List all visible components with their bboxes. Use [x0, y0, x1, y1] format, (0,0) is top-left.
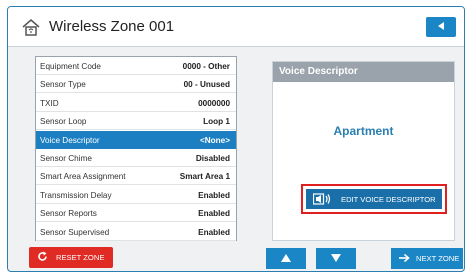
- setting-label: Sensor Reports: [40, 209, 97, 219]
- settings-row[interactable]: Transmission Delay Enabled: [36, 186, 236, 204]
- setting-label: Sensor Type: [40, 80, 86, 90]
- panel-title: Voice Descriptor: [273, 62, 454, 82]
- wireless-zone-icon: [20, 16, 42, 38]
- settings-row[interactable]: Sensor Chime Disabled: [36, 149, 236, 167]
- speaker-icon: [312, 193, 331, 205]
- settings-row[interactable]: Sensor Reports Enabled: [36, 204, 236, 223]
- setting-label: Sensor Loop: [40, 117, 87, 127]
- reset-zone-button[interactable]: RESET ZONE: [29, 247, 113, 268]
- setting-label: TXID: [40, 98, 59, 108]
- voice-descriptor-value: Apartment: [333, 124, 394, 138]
- setting-value: <None>: [199, 135, 230, 145]
- setting-label: Transmission Delay: [40, 190, 112, 200]
- header: Wireless Zone 001: [8, 7, 464, 47]
- setting-value: Enabled: [198, 227, 230, 237]
- up-arrow-icon: [280, 250, 292, 268]
- back-arrow-icon: [436, 18, 446, 36]
- page-title: Wireless Zone 001: [49, 18, 175, 35]
- setting-value: Disabled: [195, 154, 230, 163]
- previous-button[interactable]: [266, 248, 306, 269]
- right-arrow-icon: [398, 253, 410, 265]
- setting-value: Smart Area 1: [179, 172, 230, 182]
- edit-button-label: EDIT VOICE DESCRIPTOR: [341, 194, 436, 204]
- setting-value: 0000000: [198, 98, 230, 108]
- settings-row[interactable]: Sensor Loop Loop 1: [36, 112, 236, 131]
- setting-label: Sensor Chime: [40, 154, 92, 163]
- next-item-button[interactable]: [316, 248, 356, 269]
- setting-value: 0000 - Other: [182, 62, 230, 71]
- zone-screen: Wireless Zone 001 Equipment Code 0000 - O…: [7, 6, 465, 272]
- settings-row[interactable]: Smart Area Assignment Smart Area 1: [36, 167, 236, 186]
- setting-label: Voice Descriptor: [40, 135, 100, 145]
- setting-value: Enabled: [198, 209, 230, 219]
- back-button[interactable]: [426, 17, 456, 37]
- settings-table: Equipment Code 0000 - Other Sensor Type 00 …: [35, 56, 237, 241]
- edit-voice-descriptor-button[interactable]: EDIT VOICE DESCRIPTOR: [306, 189, 442, 209]
- reset-icon: [37, 251, 48, 264]
- setting-value: Loop 1: [203, 117, 230, 127]
- setting-label: Sensor Supervised: [40, 227, 110, 237]
- settings-row[interactable]: Voice Descriptor <None>: [36, 130, 236, 149]
- down-arrow-icon: [330, 250, 342, 268]
- settings-row[interactable]: Sensor Supervised Enabled: [36, 223, 236, 241]
- setting-value: Enabled: [198, 190, 230, 200]
- setting-label: Equipment Code: [40, 62, 101, 71]
- next-zone-button[interactable]: NEXT ZONE: [391, 248, 463, 269]
- reset-zone-label: RESET ZONE: [56, 253, 105, 262]
- settings-row[interactable]: Sensor Type 00 - Unused: [36, 75, 236, 94]
- edit-button-highlight: EDIT VOICE DESCRIPTOR: [301, 184, 447, 214]
- settings-row[interactable]: TXID 0000000: [36, 94, 236, 112]
- setting-value: 00 - Unused: [183, 80, 230, 90]
- setting-label: Smart Area Assignment: [40, 172, 126, 182]
- voice-descriptor-panel: Voice Descriptor Apartment EDIT VOICE DE…: [272, 61, 455, 241]
- settings-row[interactable]: Equipment Code 0000 - Other: [36, 57, 236, 75]
- next-zone-label: NEXT ZONE: [416, 254, 460, 263]
